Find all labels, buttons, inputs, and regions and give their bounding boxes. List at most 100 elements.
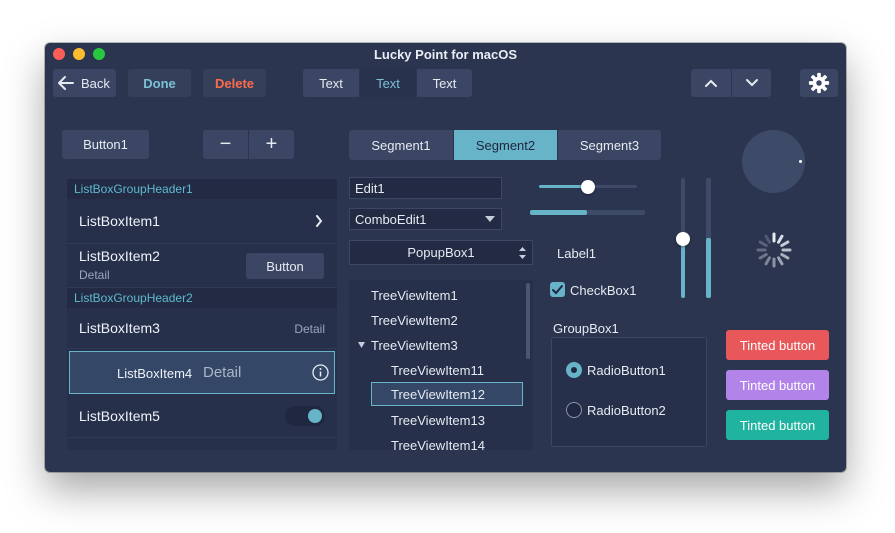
delete-button-label: Delete <box>214 75 255 91</box>
tree-item[interactable]: TreeViewItem3 <box>371 338 458 353</box>
tree-selected-row[interactable]: TreeViewItem12 <box>371 382 523 406</box>
list-item-1[interactable]: ListBoxItem1 <box>67 199 337 244</box>
tree-item[interactable]: TreeViewItem1 <box>371 288 458 303</box>
segment-1-label: Segment1 <box>371 137 431 153</box>
list-item-2[interactable]: ListBoxItem2 Detail Button <box>67 244 337 288</box>
stepper-control: − + <box>203 130 294 159</box>
text-segment-2[interactable]: Text <box>359 69 416 97</box>
segment-3[interactable]: Segment3 <box>557 130 661 160</box>
button1[interactable]: Button1 <box>62 130 149 159</box>
tinted-button-teal[interactable]: Tinted button <box>726 410 829 440</box>
up-down-control <box>691 69 771 97</box>
down-button[interactable] <box>731 69 771 97</box>
popup-box1-value: PopupBox1 <box>407 245 475 260</box>
tree-child-item[interactable]: TreeViewItem11 <box>391 363 484 378</box>
title-bar: Lucky Point for macOS <box>45 43 846 65</box>
tinted-button-purple-label: Tinted button <box>739 377 816 393</box>
text-segment-1-label: Text <box>319 75 343 91</box>
tree-item[interactable]: TreeViewItem2 <box>371 313 458 328</box>
chevron-right-icon <box>316 215 323 227</box>
tinted-button-red-label: Tinted button <box>739 337 816 353</box>
list-group-header-2: ListBoxGroupHeader2 <box>67 288 337 308</box>
disclosure-triangle-icon[interactable] <box>358 342 365 348</box>
close-window-button[interactable] <box>53 48 65 60</box>
zoom-window-button[interactable] <box>93 48 105 60</box>
toggle-thumb <box>308 409 322 423</box>
radio-button-1[interactable] <box>566 362 582 378</box>
edit1-field[interactable]: Edit1 <box>349 177 502 199</box>
info-icon[interactable] <box>312 364 329 381</box>
radio-button-2[interactable] <box>566 402 582 418</box>
vprogress-fill <box>706 238 711 298</box>
tree-child-item[interactable]: TreeViewItem14 <box>391 438 485 450</box>
combo-edit1-value: ComboEdit1 <box>355 211 427 227</box>
vslider-thumb[interactable] <box>676 232 690 246</box>
chevron-down-icon <box>745 79 758 87</box>
settings-button[interactable] <box>800 69 838 97</box>
plus-label: + <box>265 133 278 155</box>
tree-child-item: TreeViewItem12 <box>391 387 485 402</box>
groupbox1-title: GroupBox1 <box>553 321 619 336</box>
groupbox1: RadioButton1 RadioButton2 <box>551 337 707 447</box>
gear-icon <box>808 72 830 94</box>
list-item-3-detail: Detail <box>294 322 325 336</box>
label1: Label1 <box>557 246 597 261</box>
back-button-label: Back <box>81 75 110 91</box>
progress-bar-fill <box>530 210 587 215</box>
app-window: Lucky Point for macOS Back Done Delete T… <box>45 43 846 472</box>
minimize-window-button[interactable] <box>73 48 85 60</box>
plus-button[interactable]: + <box>248 130 294 159</box>
back-button[interactable]: Back <box>53 69 116 97</box>
list-item-5-label: ListBoxItem5 <box>79 408 160 424</box>
radio-button-2-label[interactable]: RadioButton2 <box>587 403 666 418</box>
segment-1[interactable]: Segment1 <box>349 130 453 160</box>
text-segment-2-label: Text <box>376 75 400 91</box>
list-item-2-detail: Detail <box>79 268 110 282</box>
list-item-5[interactable]: ListBoxItem5 <box>67 395 337 438</box>
checkmark-icon <box>552 285 563 295</box>
list-item-1-label: ListBoxItem1 <box>79 213 160 229</box>
tinted-button-purple[interactable]: Tinted button <box>726 370 829 400</box>
popup-box1[interactable]: PopupBox1 <box>349 240 533 265</box>
spinner-icon <box>756 232 792 268</box>
list-item-4-label: ListBoxItem4 <box>117 366 193 381</box>
minus-button[interactable]: − <box>203 130 248 159</box>
updown-arrows-icon <box>519 247 526 259</box>
rotary-knob[interactable] <box>742 130 805 193</box>
tinted-button-red[interactable]: Tinted button <box>726 330 829 360</box>
segment-2-label: Segment2 <box>475 137 536 153</box>
list-item-5-toggle[interactable] <box>285 406 325 426</box>
radio-button-1-label[interactable]: RadioButton1 <box>587 363 666 378</box>
text-segment-1[interactable]: Text <box>303 69 359 97</box>
combo-edit1[interactable]: ComboEdit1 <box>349 208 502 230</box>
segment-2[interactable]: Segment2 <box>453 130 557 160</box>
segment-3-label: Segment3 <box>579 137 640 153</box>
back-arrow-icon <box>58 76 74 90</box>
segmented-control: Segment1 Segment2 Segment3 <box>349 130 661 160</box>
tree-view: TreeViewItem1 TreeViewItem2 TreeViewItem… <box>349 280 533 450</box>
text-segment-3[interactable]: Text <box>416 69 472 97</box>
edit1-value: Edit1 <box>355 180 385 196</box>
radio-button-1-dot <box>571 367 577 373</box>
vslider-fill <box>681 239 685 298</box>
checkbox1[interactable] <box>550 282 565 297</box>
minus-label: − <box>219 133 232 155</box>
slider1-thumb[interactable] <box>581 180 595 194</box>
list-box: ListBoxGroupHeader1 ListBoxItem1 ListBox… <box>67 179 337 450</box>
tree-child-item[interactable]: TreeViewItem13 <box>391 413 485 428</box>
list-item-4-detail: Detail <box>203 364 242 381</box>
list-item-2-button-label: Button <box>266 258 304 274</box>
list-item-3[interactable]: ListBoxItem3 Detail <box>67 308 337 349</box>
up-button[interactable] <box>691 69 731 97</box>
done-button-label: Done <box>143 75 176 91</box>
checkbox1-label[interactable]: CheckBox1 <box>570 283 636 298</box>
delete-button[interactable]: Delete <box>203 69 266 97</box>
dropdown-arrow-icon[interactable] <box>485 216 495 222</box>
done-button[interactable]: Done <box>128 69 191 97</box>
list-group-header-1-label: ListBoxGroupHeader1 <box>74 182 193 196</box>
tree-scrollbar[interactable] <box>526 283 530 359</box>
list-item-4[interactable]: ListBoxItem4 Detail <box>69 351 335 394</box>
list-item-2-label: ListBoxItem2 <box>79 248 160 264</box>
chevron-up-icon <box>705 79 717 87</box>
list-item-2-button[interactable]: Button <box>246 253 324 279</box>
